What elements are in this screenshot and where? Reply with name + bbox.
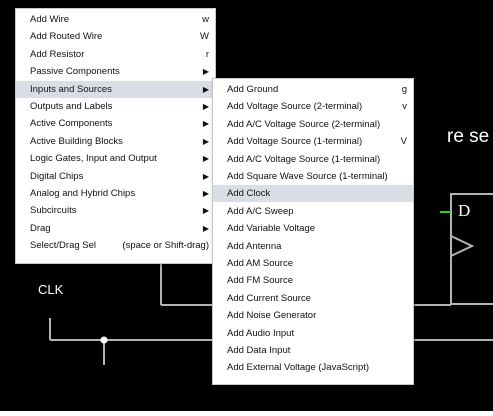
sub-menu-item[interactable]: Add Clock xyxy=(213,185,413,203)
sub-menu-item-label: Add A/C Sweep xyxy=(227,205,294,217)
submenu-arrow-icon: ▶ xyxy=(202,189,209,198)
inputs-and-sources-submenu: Add Ground g Add Voltage Source (2-termina… xyxy=(212,78,414,385)
main-menu-item-label: Select/Drag Sel xyxy=(30,240,97,252)
sub-menu-item-label: Add Variable Voltage xyxy=(227,223,316,235)
sub-menu-item[interactable]: Add AM Source xyxy=(213,255,413,272)
sub-menu-item[interactable]: Add A/C Voltage Source (2-terminal) xyxy=(213,116,413,133)
sub-menu-item-label: Add AM Source xyxy=(227,258,294,269)
sub-menu-item-label: Add Noise Generator xyxy=(227,310,317,322)
sub-menu-item-label: Add Audio Input xyxy=(227,327,295,339)
sub-menu-item-shortcut: g xyxy=(401,84,407,95)
main-menu-item-label: Add Wire xyxy=(30,14,70,25)
sub-menu-item[interactable]: Add Voltage Source (1-terminal) V xyxy=(213,133,413,150)
sub-menu-item[interactable]: Add A/C Sweep xyxy=(213,203,413,220)
main-menu-item[interactable]: Active Building Blocks ▶ xyxy=(16,133,215,150)
sub-menu-item[interactable]: Add FM Source xyxy=(213,272,413,289)
sub-menu-item-label: Add Square Wave Source (1-terminal) xyxy=(227,171,388,182)
d-label: D xyxy=(458,201,471,220)
main-menu-item-label: Active Components xyxy=(30,118,113,130)
sub-menu-item[interactable]: Add External Voltage (JavaScript) xyxy=(213,359,413,376)
sub-menu-item-label: Add Voltage Source (1-terminal) xyxy=(227,136,363,148)
sub-menu-item-label: Add Clock xyxy=(227,188,271,200)
main-menu-item-shortcut: w xyxy=(202,14,209,25)
main-menu-item-shortcut: (space or Shift-drag) xyxy=(122,240,209,252)
submenu-arrow-icon: ▶ xyxy=(202,171,209,181)
main-menu-item[interactable]: Add Wire w xyxy=(16,11,215,28)
main-menu-item[interactable]: Logic Gates, Input and Output ▶ xyxy=(16,150,215,167)
sub-menu-item[interactable]: Add Variable Voltage xyxy=(213,220,413,237)
main-menu-item-label: Outputs and Labels xyxy=(30,101,113,112)
main-menu-item-label: Digital Chips xyxy=(30,170,84,182)
submenu-arrow-icon: ▶ xyxy=(202,84,209,94)
submenu-arrow-icon: ▶ xyxy=(202,154,209,164)
sub-menu-item[interactable]: Add Noise Generator xyxy=(213,307,413,324)
sub-menu-item[interactable]: Add Square Wave Source (1-terminal) xyxy=(213,168,413,185)
main-menu-item-label: Drag xyxy=(30,222,51,234)
sub-menu-item-label: Add External Voltage (JavaScript) xyxy=(227,362,370,374)
main-context-menu: Add Wire w Add Routed Wire W Add Resistor r Pa… xyxy=(15,8,216,264)
main-menu-item[interactable]: Select/Drag Sel (space or Shift-drag) xyxy=(16,237,215,254)
main-menu-item[interactable]: Subcircuits ▶ xyxy=(16,202,215,219)
main-menu-item-label: Passive Components xyxy=(30,66,120,78)
clk-label: CLK xyxy=(38,282,64,297)
sub-menu-item-label: Add FM Source xyxy=(227,275,293,287)
main-menu-item[interactable]: Active Components ▶ xyxy=(16,115,215,132)
sub-menu-item-label: Add Antenna xyxy=(227,240,282,252)
sub-menu-item[interactable]: Add Antenna xyxy=(213,238,413,255)
sub-menu-item[interactable]: Add Current Source xyxy=(213,290,413,307)
main-menu-item[interactable]: Inputs and Sources ▶ xyxy=(16,80,215,98)
sub-menu-item-shortcut: v xyxy=(402,101,407,113)
main-menu-item[interactable]: Outputs and Labels ▶ xyxy=(16,98,215,115)
submenu-arrow-icon: ▶ xyxy=(202,102,209,111)
submenu-arrow-icon: ▶ xyxy=(202,136,209,146)
submenu-arrow-icon: ▶ xyxy=(202,223,209,233)
canvas-partial-text: re se xyxy=(447,126,490,147)
submenu-arrow-icon: ▶ xyxy=(202,119,209,129)
submenu-arrow-icon: ▶ xyxy=(202,206,209,216)
main-menu-item-label: Logic Gates, Input and Output xyxy=(30,153,157,165)
sub-menu-item[interactable]: Add Voltage Source (2-terminal) v xyxy=(213,98,413,115)
main-menu-item-shortcut: W xyxy=(200,31,209,43)
sub-menu-item[interactable]: Add A/C Voltage Source (1-terminal) xyxy=(213,151,413,168)
main-menu-item-label: Add Routed Wire xyxy=(30,31,103,43)
main-menu-item[interactable]: Passive Components ▶ xyxy=(16,63,215,80)
main-menu-item[interactable]: Add Resistor r xyxy=(16,46,215,63)
sub-menu-item-shortcut: V xyxy=(400,136,407,148)
sub-menu-item[interactable]: Add Data Input xyxy=(213,342,413,359)
sub-menu-item[interactable]: Add Ground g xyxy=(213,81,413,98)
main-menu-item-label: Analog and Hybrid Chips xyxy=(30,188,136,199)
main-menu-item[interactable]: Digital Chips ▶ xyxy=(16,168,215,185)
sub-menu-item-label: Add A/C Voltage Source (1-terminal) xyxy=(227,153,381,165)
main-menu-item-shortcut: r xyxy=(205,48,209,60)
main-menu-item[interactable]: Drag ▶ xyxy=(16,220,215,237)
main-menu-item[interactable]: Analog and Hybrid Chips ▶ xyxy=(16,185,215,202)
sub-menu-item-label: Add Current Source xyxy=(227,292,311,304)
sub-menu-item[interactable]: Add Audio Input xyxy=(213,325,413,342)
main-menu-item-label: Subcircuits xyxy=(30,205,77,217)
sub-menu-item-label: Add Voltage Source (2-terminal) xyxy=(227,101,363,113)
main-menu-item-label: Active Building Blocks xyxy=(30,135,123,147)
main-menu-item-label: Inputs and Sources xyxy=(30,83,112,95)
submenu-arrow-icon: ▶ xyxy=(202,67,209,77)
sub-menu-item-label: Add Data Input xyxy=(227,345,291,356)
sub-menu-item-label: Add A/C Voltage Source (2-terminal) xyxy=(227,118,381,130)
main-menu-item-label: Add Resistor xyxy=(30,48,85,60)
main-menu-item[interactable]: Add Routed Wire W xyxy=(16,28,215,45)
wire-junction-dot xyxy=(100,336,108,344)
sub-menu-item-label: Add Ground xyxy=(227,84,279,95)
